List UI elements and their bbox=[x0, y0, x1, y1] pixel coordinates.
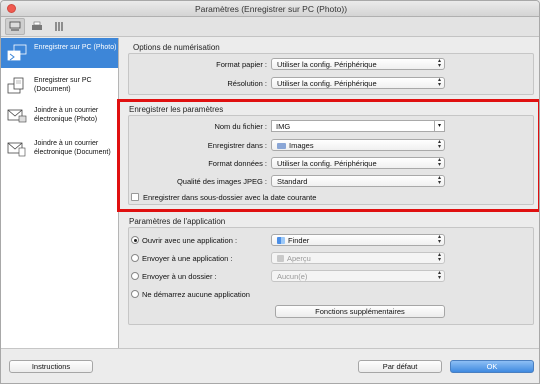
highlight-frame bbox=[117, 99, 539, 212]
sidebar-item-save-document[interactable]: Enregistrer sur PC (Document) bbox=[1, 71, 118, 101]
chevron-updown-icon: ▴ ▾ bbox=[437, 270, 441, 281]
settings-window: Paramètres (Enregistrer sur PC (Photo)) bbox=[0, 0, 540, 384]
open-app-radio[interactable] bbox=[131, 236, 139, 244]
scan-options-title: Options de numérisation bbox=[133, 43, 220, 52]
sidebar: Enregistrer sur PC (Photo) Enregistrer s… bbox=[1, 38, 119, 348]
sidebar-item-label: Joindre à un courrier électronique (Phot… bbox=[34, 107, 99, 123]
paper-size-label: Format papier : bbox=[216, 60, 267, 69]
save-photo-icon bbox=[7, 44, 27, 61]
footer-bar: Instructions Par défaut OK bbox=[1, 348, 539, 383]
resolution-select[interactable]: Utiliser la config. Périphérique ▴ ▾ bbox=[271, 77, 445, 89]
chevron-updown-icon: ▴ ▾ bbox=[437, 252, 441, 263]
resolution-label: Résolution : bbox=[227, 79, 267, 88]
save-document-icon bbox=[7, 77, 24, 94]
send-folder-value: Aucun(e) bbox=[277, 272, 308, 281]
send-folder-select[interactable]: Aucun(e) ▴ ▾ bbox=[271, 270, 445, 282]
tab-scan-to-pc[interactable] bbox=[5, 18, 25, 35]
scan-to-pc-icon bbox=[9, 21, 21, 31]
send-folder-label: Envoyer à un dossier : bbox=[142, 272, 217, 281]
printer-icon bbox=[32, 21, 42, 30]
tools-icon bbox=[55, 22, 63, 31]
email-photo-icon bbox=[7, 109, 27, 123]
open-app-value: Finder bbox=[288, 236, 310, 245]
sidebar-item-save-photo[interactable]: Enregistrer sur PC (Photo) bbox=[1, 38, 118, 68]
email-document-icon bbox=[7, 142, 26, 157]
defaults-button[interactable]: Par défaut bbox=[358, 360, 442, 373]
paper-size-select[interactable]: Utiliser la config. Périphérique ▴ ▾ bbox=[271, 58, 445, 70]
finder-icon bbox=[277, 237, 285, 244]
chevron-updown-icon: ▴ ▾ bbox=[437, 58, 441, 69]
send-app-value: Aperçu bbox=[287, 254, 311, 263]
paper-size-value: Utiliser la config. Périphérique bbox=[277, 60, 377, 69]
sidebar-item-label: Enregistrer sur PC (Photo) bbox=[34, 44, 117, 51]
toolbar bbox=[1, 17, 539, 37]
chevron-updown-icon: ▴ ▾ bbox=[437, 77, 441, 88]
more-functions-button[interactable]: Fonctions supplémentaires bbox=[275, 305, 445, 318]
send-app-radio[interactable] bbox=[131, 254, 139, 262]
open-app-label: Ouvrir avec une application : bbox=[142, 236, 238, 245]
send-folder-radio[interactable] bbox=[131, 272, 139, 280]
no-app-radio[interactable] bbox=[131, 290, 139, 298]
tab-printer[interactable] bbox=[27, 18, 47, 35]
tab-tools[interactable] bbox=[49, 18, 69, 35]
title-bar: Paramètres (Enregistrer sur PC (Photo)) bbox=[1, 1, 539, 17]
send-app-label: Envoyer à une application : bbox=[142, 254, 233, 263]
main-panel: Options de numérisation Format papier : … bbox=[117, 38, 539, 348]
sidebar-item-label: Joindre à un courrier électronique (Docu… bbox=[34, 140, 111, 156]
no-app-label: Ne démarrez aucune application bbox=[142, 290, 250, 299]
sidebar-item-email-document[interactable]: Joindre à un courrier électronique (Docu… bbox=[1, 134, 118, 164]
sidebar-item-email-photo[interactable]: Joindre à un courrier électronique (Phot… bbox=[1, 101, 118, 131]
sidebar-item-label: Enregistrer sur PC (Document) bbox=[34, 77, 92, 93]
preview-app-icon bbox=[277, 255, 284, 262]
send-app-select[interactable]: Aperçu ▴ ▾ bbox=[271, 252, 445, 264]
chevron-updown-icon: ▴ ▾ bbox=[437, 234, 441, 245]
resolution-value: Utiliser la config. Périphérique bbox=[277, 79, 377, 88]
instructions-button[interactable]: Instructions bbox=[9, 360, 93, 373]
ok-button[interactable]: OK bbox=[450, 360, 534, 373]
app-settings-title: Paramètres de l'application bbox=[129, 217, 226, 226]
window-title: Paramètres (Enregistrer sur PC (Photo)) bbox=[194, 4, 348, 14]
open-app-select[interactable]: Finder ▴ ▾ bbox=[271, 234, 445, 246]
